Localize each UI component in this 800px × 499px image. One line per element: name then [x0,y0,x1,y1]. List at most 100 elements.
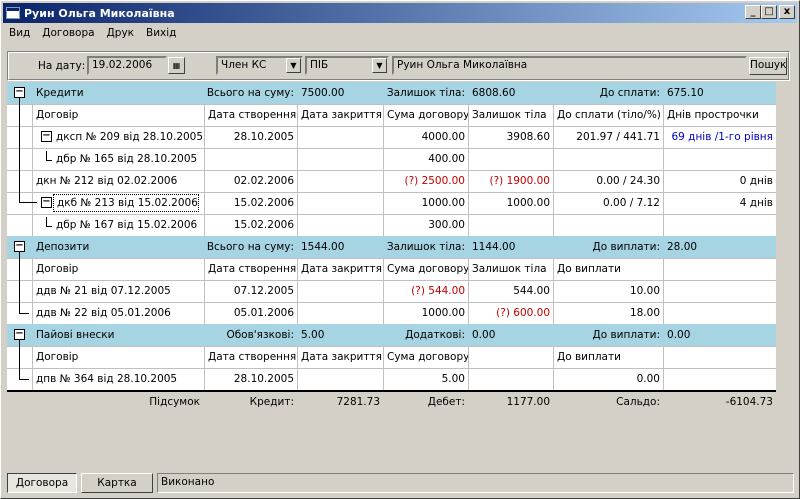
credits-column-headers: Договір Дата створення Дата закриття Сум… [7,104,776,126]
col-header[interactable]: До сплати (тіло/%) [554,104,663,126]
col-header[interactable]: Залишок тіла [469,104,553,126]
due-label: До виплати: [592,329,660,341]
section-title: Пайові внески [36,329,115,341]
total-value: 1544.00 [301,241,345,253]
created-date: 28.10.2005 [233,131,294,143]
created-date: 05.01.2006 [233,307,294,319]
col-header[interactable]: Дата створення [205,104,297,126]
col-header[interactable]: Дата створення [205,258,297,280]
name-field[interactable]: Руин Ольга Миколаївна [392,56,747,75]
tab-card[interactable]: Картка [81,473,153,493]
menu-view[interactable]: Вид [3,27,36,39]
member-type-value: Член КС [221,59,267,71]
search-field-combo[interactable]: ПІБ ▼ [305,56,389,75]
collapse-icon[interactable]: − [14,329,25,340]
search-button[interactable]: Пошук [749,57,787,75]
credits-section-header[interactable]: − Кредити Всього на суму: 7500.00 Залишо… [7,82,776,104]
table-row[interactable]: дбр № 165 від 28.10.2005 400.00 [7,148,776,170]
status-bar: Договора Картка Виконано [4,471,798,495]
menu-print[interactable]: Друк [101,27,140,39]
shares-section-header[interactable]: − Пайові внески Обов'язкові: 5.00 Додатк… [7,324,776,346]
main-window: Руин Ольга Миколаївна _ □ x Вид Договора… [0,0,800,499]
due [554,148,663,170]
balance: 544.00 [513,285,550,297]
due: 201.97 / 441.71 [576,131,660,143]
col-header[interactable]: Дата закриття [298,104,383,126]
table-row[interactable]: ддв № 21 від 07.12.2005 07.12.2005 (?) 5… [7,280,776,302]
created-date: 15.02.2006 [233,219,294,231]
status-text: Виконано [157,473,794,493]
col-header[interactable]: Сума договору [384,104,468,126]
table-row[interactable]: дпв № 364 від 28.10.2005 28.10.2005 5.00… [7,368,776,390]
menu-bar: Вид Договора Друк Вихід [3,23,182,43]
collapse-icon[interactable]: − [14,241,25,252]
col-header[interactable]: Договір [33,104,203,126]
close-button[interactable]: x [779,5,795,19]
member-type-combo[interactable]: Член КС ▼ [216,56,303,75]
chevron-down-icon[interactable]: ▼ [286,58,301,73]
col-header[interactable]: Договір [33,258,203,280]
balance [469,148,553,170]
closed-date [298,280,383,302]
mandatory-label: Обов'язкові: [226,329,294,341]
date-label: На дату: [38,60,86,72]
maximize-button[interactable]: □ [761,5,777,19]
table-row[interactable]: дкн № 212 від 02.02.2006 02.02.2006 (?) … [7,170,776,192]
table-row[interactable]: дбр № 167 від 15.02.2006 15.02.2006 300.… [7,214,776,236]
col-header[interactable]: Сума договору [384,346,468,368]
contract-sum: (?) 544.00 [411,285,465,297]
col-header[interactable]: Залишок тіла [469,258,553,280]
totals-label: Підсумок [149,396,200,408]
due: 0.00 [636,373,660,385]
debit-label: Дебет: [427,396,465,408]
due: 18.00 [629,307,660,319]
balance: (?) 600.00 [496,307,550,319]
date-field[interactable]: 19.02.2006 [87,56,167,75]
tab-contracts[interactable]: Договора [7,473,77,493]
collapse-icon[interactable]: − [41,131,52,142]
minimize-button[interactable]: _ [745,5,761,19]
col-header[interactable]: Дата закриття [298,346,383,368]
due: 0.00 / 7.12 [603,197,660,209]
saldo-value: -6104.73 [725,396,773,408]
contract-sum: 1000.00 [421,197,465,209]
due [554,214,663,236]
collapse-icon[interactable]: − [41,197,52,208]
col-header[interactable]: Днів прострочки [664,104,776,126]
created-date [205,148,297,170]
contract-name: дксп № 209 від 28.10.2005 [56,131,203,143]
col-header[interactable]: Дата закриття [298,258,383,280]
due-label: До сплати: [599,87,660,99]
overdue-days: 0 днів [739,175,773,187]
contract-name: ддв № 21 від 07.12.2005 [36,285,171,297]
contract-name: дкб № 213 від 15.02.2006 [53,194,199,212]
col-header[interactable]: До виплати [554,258,663,280]
balance-value: 6808.60 [472,87,516,99]
shares-column-headers: Договір Дата створення Дата закриття Сум… [7,346,776,368]
search-field-value: ПІБ [310,59,329,71]
credit-label: Кредит: [249,396,294,408]
contract-name: дпв № 364 від 28.10.2005 [36,373,178,385]
table-row-selected[interactable]: − дкб № 213 від 15.02.2006 15.02.2006 10… [7,192,776,214]
col-header[interactable]: Дата створення [205,346,297,368]
collapse-icon[interactable]: − [14,87,25,98]
due: 10.00 [629,285,660,297]
balance: 3908.60 [506,131,550,143]
menu-exit[interactable]: Вихід [140,27,182,39]
contract-sum: 400.00 [428,153,465,165]
balance-label: Залишок тіла: [386,241,465,253]
title-bar: Руин Ольга Миколаївна _ □ x [3,3,797,23]
deposits-section-header[interactable]: − Депозити Всього на суму: 1544.00 Залиш… [7,236,776,258]
chevron-down-icon[interactable]: ▼ [372,58,387,73]
col-header[interactable]: Договір [33,346,203,368]
col-header[interactable]: Сума договору [384,258,468,280]
contract-sum: 5.00 [441,373,465,385]
total-value: 7500.00 [301,87,345,99]
created-date: 28.10.2005 [233,373,294,385]
table-row[interactable]: − дксп № 209 від 28.10.2005 28.10.2005 4… [7,126,776,148]
table-row[interactable]: ддв № 22 від 05.01.2006 05.01.2006 1000.… [7,302,776,324]
calendar-icon[interactable]: ▦ [168,57,185,74]
col-header[interactable]: До виплати [554,346,663,368]
menu-contracts[interactable]: Договора [36,27,100,39]
contract-sum: (?) 2500.00 [404,175,465,187]
